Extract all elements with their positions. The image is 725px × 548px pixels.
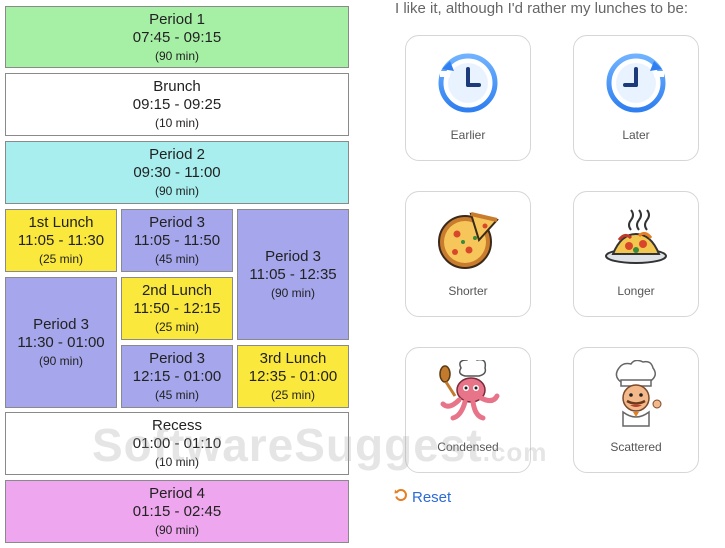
octopus-chef-icon (433, 360, 503, 430)
block-time: 01:15 - 02:45 (132, 503, 222, 521)
clock-rewind-icon (433, 48, 503, 118)
block-3rd-lunch: 3rd Lunch 12:35 - 01:00 (25 min) (237, 345, 349, 408)
block-title: Period 1 (149, 10, 205, 28)
block-period-3-d: Period 3 12:15 - 01:00 (45 min) (121, 345, 233, 408)
block-duration: (10 min) (154, 455, 199, 470)
option-earlier-button[interactable]: Earlier (405, 35, 531, 161)
block-duration: (10 min) (154, 116, 199, 131)
block-time: 11:05 - 11:50 (133, 232, 221, 250)
block-title: Period 3 (33, 316, 89, 334)
block-time: 11:05 - 11:30 (17, 232, 105, 250)
block-title: Period 2 (149, 146, 205, 164)
block-time: 11:30 - 01:00 (17, 334, 105, 352)
block-title: Period 3 (265, 248, 321, 266)
block-title: Period 3 (149, 214, 205, 232)
block-duration: (90 min) (154, 48, 199, 63)
reset-label: Reset (412, 488, 452, 506)
block-duration: (90 min) (154, 184, 199, 199)
block-time: 12:15 - 01:00 (132, 368, 222, 386)
block-period-4: Period 4 01:15 - 02:45 (90 min) (5, 480, 349, 543)
block-period-2: Period 2 09:30 - 11:00 (90 min) (5, 141, 349, 204)
block-duration: (45 min) (154, 252, 199, 267)
block-period-3-a: Period 3 11:05 - 11:50 (45 min) (121, 209, 233, 272)
block-time: 09:15 - 09:25 (132, 96, 222, 114)
reset-icon (394, 488, 408, 506)
block-duration: (25 min) (38, 252, 83, 267)
block-time: 09:30 - 11:00 (133, 164, 221, 182)
option-shorter-button[interactable]: Shorter (405, 191, 531, 317)
chef-icon (601, 360, 671, 430)
block-title: Brunch (153, 78, 201, 96)
option-later-button[interactable]: Later (573, 35, 699, 161)
block-time: 11:05 - 12:35 (249, 266, 337, 284)
block-duration: (90 min) (154, 523, 199, 538)
option-label: Shorter (448, 284, 488, 298)
block-duration: (90 min) (38, 354, 83, 369)
block-duration: (90 min) (270, 286, 315, 301)
option-longer-button[interactable]: Longer (573, 191, 699, 317)
option-scattered-button[interactable]: Scattered (573, 347, 699, 473)
option-condensed-button[interactable]: Condensed (405, 347, 531, 473)
block-duration: (25 min) (270, 388, 315, 403)
block-brunch: Brunch 09:15 - 09:25 (10 min) (5, 73, 349, 136)
pizza-icon (433, 204, 503, 274)
block-duration: (45 min) (154, 388, 199, 403)
block-title: 3rd Lunch (259, 350, 327, 368)
block-duration: (25 min) (154, 320, 199, 335)
block-period-1: Period 1 07:45 - 09:15 (90 min) (5, 6, 349, 68)
option-label: Longer (617, 284, 655, 298)
block-title: 2nd Lunch (141, 282, 213, 300)
block-title: 1st Lunch (28, 214, 94, 232)
block-title: Period 3 (149, 350, 205, 368)
block-1st-lunch: 1st Lunch 11:05 - 11:30 (25 min) (5, 209, 117, 272)
option-label: Scattered (610, 440, 662, 454)
block-time: 12:35 - 01:00 (248, 368, 338, 386)
block-title: Period 4 (149, 485, 205, 503)
block-period-3-b: Period 3 11:30 - 01:00 (90 min) (5, 277, 117, 408)
block-recess: Recess 01:00 - 01:10 (10 min) (5, 412, 349, 475)
block-2nd-lunch: 2nd Lunch 11:50 - 12:15 (25 min) (121, 277, 233, 340)
reset-button[interactable]: Reset (394, 488, 451, 506)
option-label: Condensed (437, 440, 499, 454)
pasta-plate-icon (601, 204, 671, 274)
block-title: Recess (151, 417, 203, 435)
block-period-3-c: Period 3 11:05 - 12:35 (90 min) (237, 209, 349, 340)
block-time: 11:50 - 12:15 (133, 300, 221, 318)
feedback-question: I like it, although I'd rather my lunche… (395, 0, 689, 17)
block-time: 07:45 - 09:15 (132, 28, 222, 46)
block-time: 01:00 - 01:10 (132, 435, 222, 453)
option-label: Later (622, 128, 650, 142)
option-label: Earlier (450, 128, 486, 142)
clock-forward-icon (601, 48, 671, 118)
